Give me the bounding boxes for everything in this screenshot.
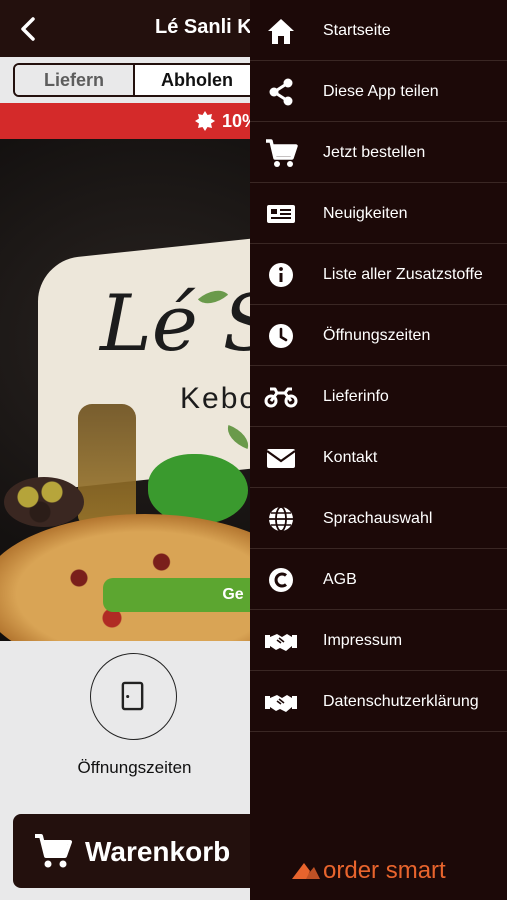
info-icon xyxy=(269,263,293,287)
menu-item-sprachauswahl[interactable]: Sprachauswahl xyxy=(250,488,507,549)
app-title: Lé Sanli Ke xyxy=(155,16,263,38)
opening-hours-tile-label: Öffnungszeiten xyxy=(77,758,192,777)
menu-item-app-teilen[interactable]: Diese App teilen xyxy=(250,61,507,122)
navigation-drawer: Startseite Diese App teilen Jetzt bestel… xyxy=(250,0,507,900)
menu-item-label: AGB xyxy=(323,571,357,588)
brand-name: order smart xyxy=(323,857,446,884)
menu-item-zusatzstoffe[interactable]: Liste aller Zusatzstoffe xyxy=(250,244,507,305)
menu-item-label: Sprachauswahl xyxy=(323,510,433,527)
newspaper-icon xyxy=(267,205,295,223)
copyright-icon xyxy=(269,568,293,592)
cart-label: Warenkorb xyxy=(85,836,231,867)
menu-item-label: Lieferinfo xyxy=(323,388,389,405)
globe-icon xyxy=(269,506,293,532)
door-icon xyxy=(121,681,144,711)
pickup-tab[interactable]: Abholen xyxy=(137,65,257,95)
order-smart-logo-icon xyxy=(292,863,320,879)
menu-item-datenschutz[interactable]: Datenschutzerklärung xyxy=(250,671,507,732)
envelope-icon xyxy=(266,449,296,468)
oil-bottle-image xyxy=(78,404,136,524)
menu-item-label: Liste aller Zusatzstoffe xyxy=(323,266,483,283)
cart-icon xyxy=(266,139,298,167)
menu-item-label: Startseite xyxy=(323,22,391,39)
menu-item-agb[interactable]: AGB xyxy=(250,549,507,610)
share-icon xyxy=(269,78,293,106)
olives-image xyxy=(4,477,84,527)
menu-item-label: Neuigkeiten xyxy=(323,205,408,222)
deliver-tab[interactable]: Liefern xyxy=(15,65,135,95)
home-icon xyxy=(268,19,294,44)
cart-icon xyxy=(35,834,72,868)
menu-item-label: Öffnungszeiten xyxy=(323,327,431,344)
menu-item-label: Jetzt bestellen xyxy=(323,144,426,161)
motorcycle-icon xyxy=(264,387,298,408)
opening-hours-tile[interactable] xyxy=(90,653,177,740)
menu-item-impressum[interactable]: Impressum xyxy=(250,610,507,671)
menu-item-neuigkeiten[interactable]: Neuigkeiten xyxy=(250,183,507,244)
menu-item-label: Impressum xyxy=(323,632,403,649)
menu-item-oeffnungszeiten[interactable]: Öffnungszeiten xyxy=(250,305,507,366)
menu-item-kontakt[interactable]: Kontakt xyxy=(250,427,507,488)
badge-star-icon xyxy=(195,111,215,131)
menu-item-lieferinfo[interactable]: Lieferinfo xyxy=(250,366,507,427)
menu-item-label: Kontakt xyxy=(323,449,378,466)
menu-item-startseite[interactable]: Startseite xyxy=(250,0,507,61)
menu-item-label: Diese App teilen xyxy=(323,83,439,100)
clock-icon xyxy=(269,324,293,348)
restaurant-logo-subtitle: Kebo xyxy=(180,382,259,415)
handshake-icon xyxy=(265,634,297,651)
menu-item-label: Datenschutzerklärung xyxy=(323,693,479,710)
menu-item-bestellen[interactable]: Jetzt bestellen xyxy=(250,122,507,183)
handshake-icon xyxy=(265,695,297,712)
back-arrow-icon[interactable] xyxy=(14,14,44,44)
